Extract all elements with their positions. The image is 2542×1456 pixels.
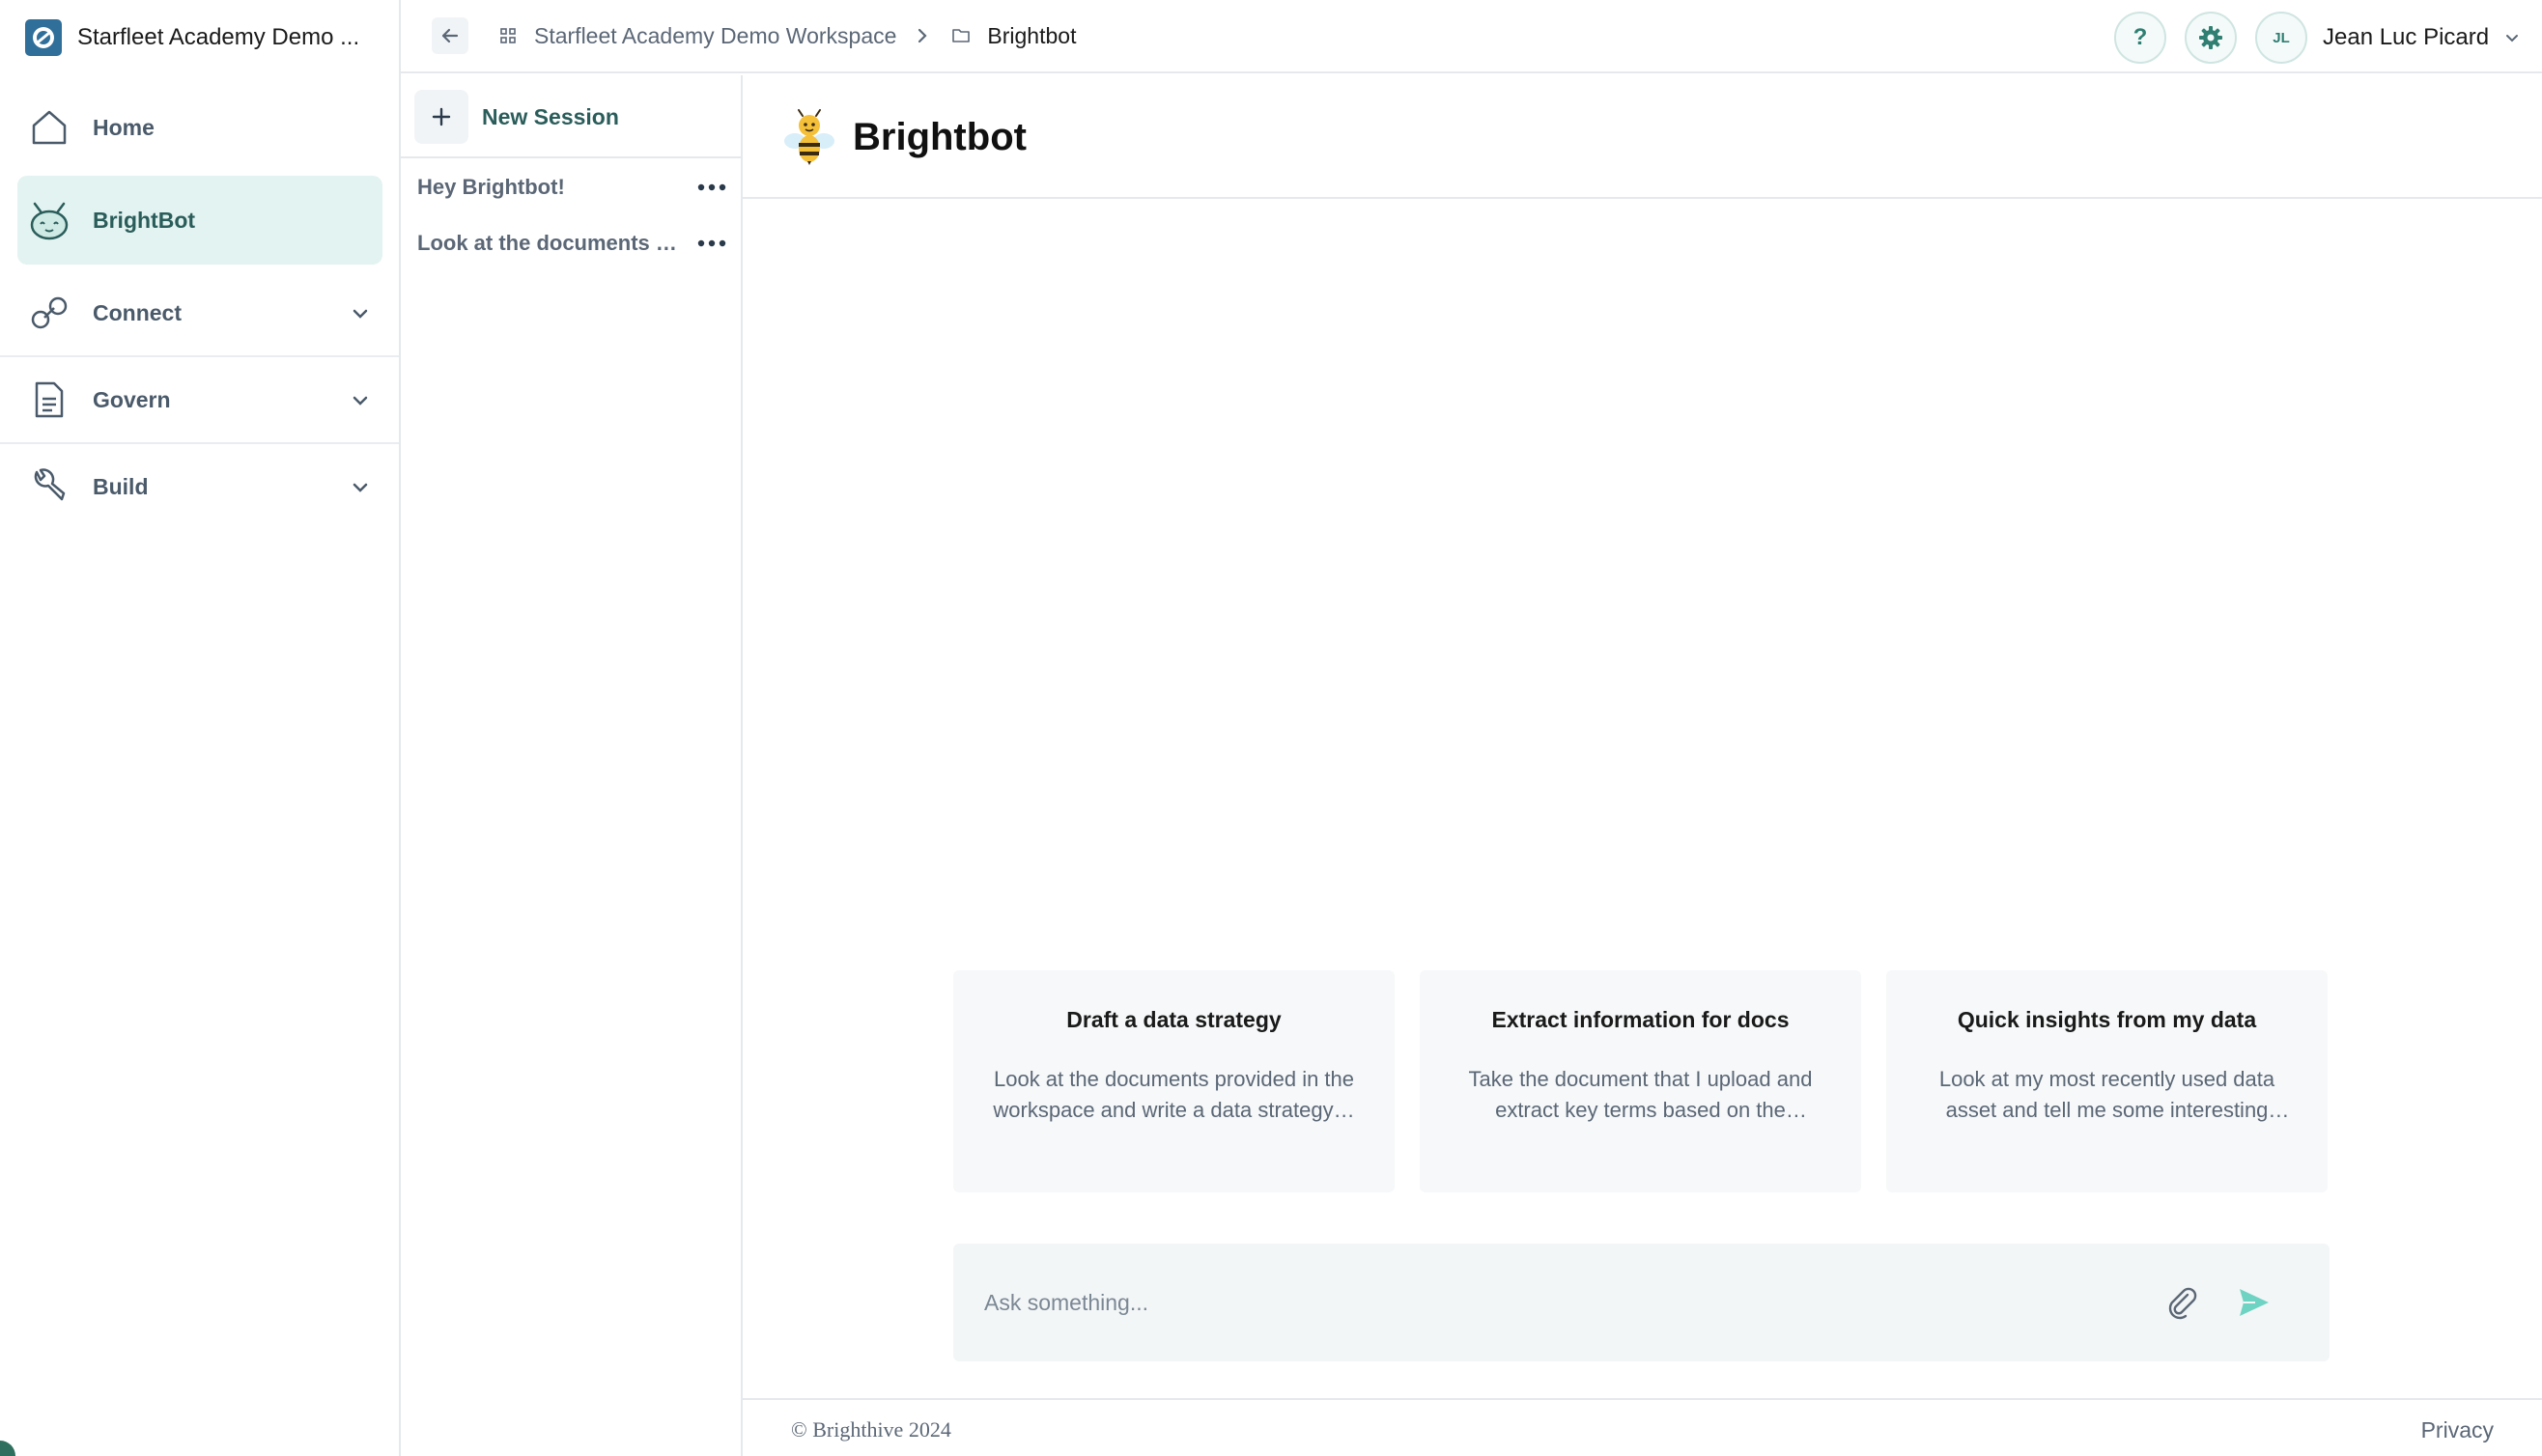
- nav-item-govern[interactable]: Govern: [17, 355, 382, 444]
- footer: © Brighthive 2024 Privacy: [743, 1398, 2542, 1456]
- suggestion-description: Look at my most recently used data asset…: [1938, 1067, 2275, 1122]
- more-options-icon[interactable]: [696, 174, 727, 201]
- chevron-down-icon: [353, 309, 368, 319]
- sessions-divider: [401, 156, 741, 158]
- grid-icon: [495, 23, 521, 48]
- arrow-left-icon: [441, 28, 459, 43]
- suggestion-title: Extract information for docs: [1491, 1007, 1790, 1032]
- breadcrumb: Starfleet Academy Demo Workspace Brightb…: [495, 17, 1076, 54]
- new-session-label: New Session: [482, 103, 619, 129]
- user-menu[interactable]: JL Jean Luc Picard: [2255, 12, 2522, 64]
- chevron-right-icon: [918, 28, 927, 43]
- privacy-link[interactable]: Privacy: [2421, 1417, 2494, 1443]
- suggestion-title: Quick insights from my data: [1957, 1007, 2257, 1032]
- bot-icon: [25, 196, 73, 244]
- bee-icon: [784, 109, 834, 165]
- nav-label-brightbot: BrightBot: [93, 207, 196, 233]
- session-item[interactable]: Look at the documents provided in the wo…: [401, 216, 741, 270]
- window-corner: [0, 1441, 15, 1456]
- plus-icon: [414, 90, 468, 144]
- folder-icon: [948, 23, 974, 48]
- workspace-switcher[interactable]: Starfleet Academy Demo ...: [25, 19, 359, 56]
- top-bar: Starfleet Academy Demo Workspace Brightb…: [401, 0, 2542, 73]
- suggestion-description: Look at the documents provided in the wo…: [993, 1067, 1355, 1122]
- new-session-button[interactable]: New Session: [414, 89, 619, 145]
- suggestion-title: Draft a data strategy: [1066, 1007, 1282, 1032]
- chevron-down-icon: [2506, 35, 2519, 42]
- nav-label-home: Home: [93, 114, 155, 140]
- user-name: Jean Luc Picard: [2323, 24, 2490, 50]
- suggestion-card[interactable]: Quick insights from my data Look at my m…: [1886, 970, 2328, 1192]
- nav-label-build: Build: [93, 473, 149, 499]
- session-label: Look at the documents provided in the wo…: [417, 231, 678, 255]
- settings-button[interactable]: [2185, 12, 2237, 64]
- nav-label-govern: Govern: [93, 386, 171, 412]
- sidebar: Starfleet Academy Demo ... Home BrightBo…: [0, 0, 401, 1456]
- nav-item-connect[interactable]: Connect: [17, 268, 382, 357]
- document-icon: [25, 376, 73, 424]
- workspace-name: Starfleet Academy Demo ...: [77, 24, 360, 50]
- attachment-icon[interactable]: [2161, 1282, 2202, 1323]
- suggestion-card[interactable]: Extract information for docs Take the do…: [1420, 970, 1861, 1192]
- nav-item-brightbot[interactable]: BrightBot: [17, 176, 382, 265]
- nav-item-home[interactable]: Home: [17, 83, 382, 172]
- help-icon: ?: [2132, 24, 2148, 50]
- message-composer: [953, 1244, 2330, 1361]
- avatar: JL: [2255, 12, 2307, 64]
- ask-input[interactable]: [984, 1278, 2095, 1327]
- session-item[interactable]: Hey Brightbot!: [401, 160, 741, 214]
- chat-main: Brightbot Draft a data strategy Look at …: [743, 75, 2542, 1456]
- send-icon[interactable]: [2234, 1282, 2274, 1323]
- nav-label-connect: Connect: [93, 299, 182, 325]
- session-label: Hey Brightbot!: [417, 175, 565, 199]
- gear-icon: [2199, 26, 2222, 49]
- chat-header: Brightbot: [743, 75, 2542, 199]
- back-button[interactable]: [432, 17, 468, 54]
- chevron-down-icon: [353, 396, 368, 406]
- page-title: Brightbot: [853, 116, 1027, 158]
- nav-item-build[interactable]: Build: [17, 442, 382, 531]
- suggestion-description: Take the document that I upload and extr…: [1468, 1067, 1813, 1122]
- workspace-logo: [25, 19, 62, 56]
- chevron-down-icon: [353, 483, 368, 492]
- home-icon: [25, 103, 73, 152]
- suggestion-card[interactable]: Draft a data strategy Look at the docume…: [953, 970, 1395, 1192]
- breadcrumb-current: Brightbot: [987, 22, 1077, 48]
- more-options-icon[interactable]: [696, 230, 727, 257]
- wrench-icon: [25, 462, 73, 511]
- sessions-panel: New Session Hey Brightbot! Look at the d…: [401, 75, 743, 1456]
- help-button[interactable]: ?: [2114, 12, 2166, 64]
- breadcrumb-workspace-link[interactable]: Starfleet Academy Demo Workspace: [534, 23, 896, 49]
- copyright-text: © Brighthive 2024: [791, 1417, 951, 1442]
- link-icon: [25, 289, 73, 337]
